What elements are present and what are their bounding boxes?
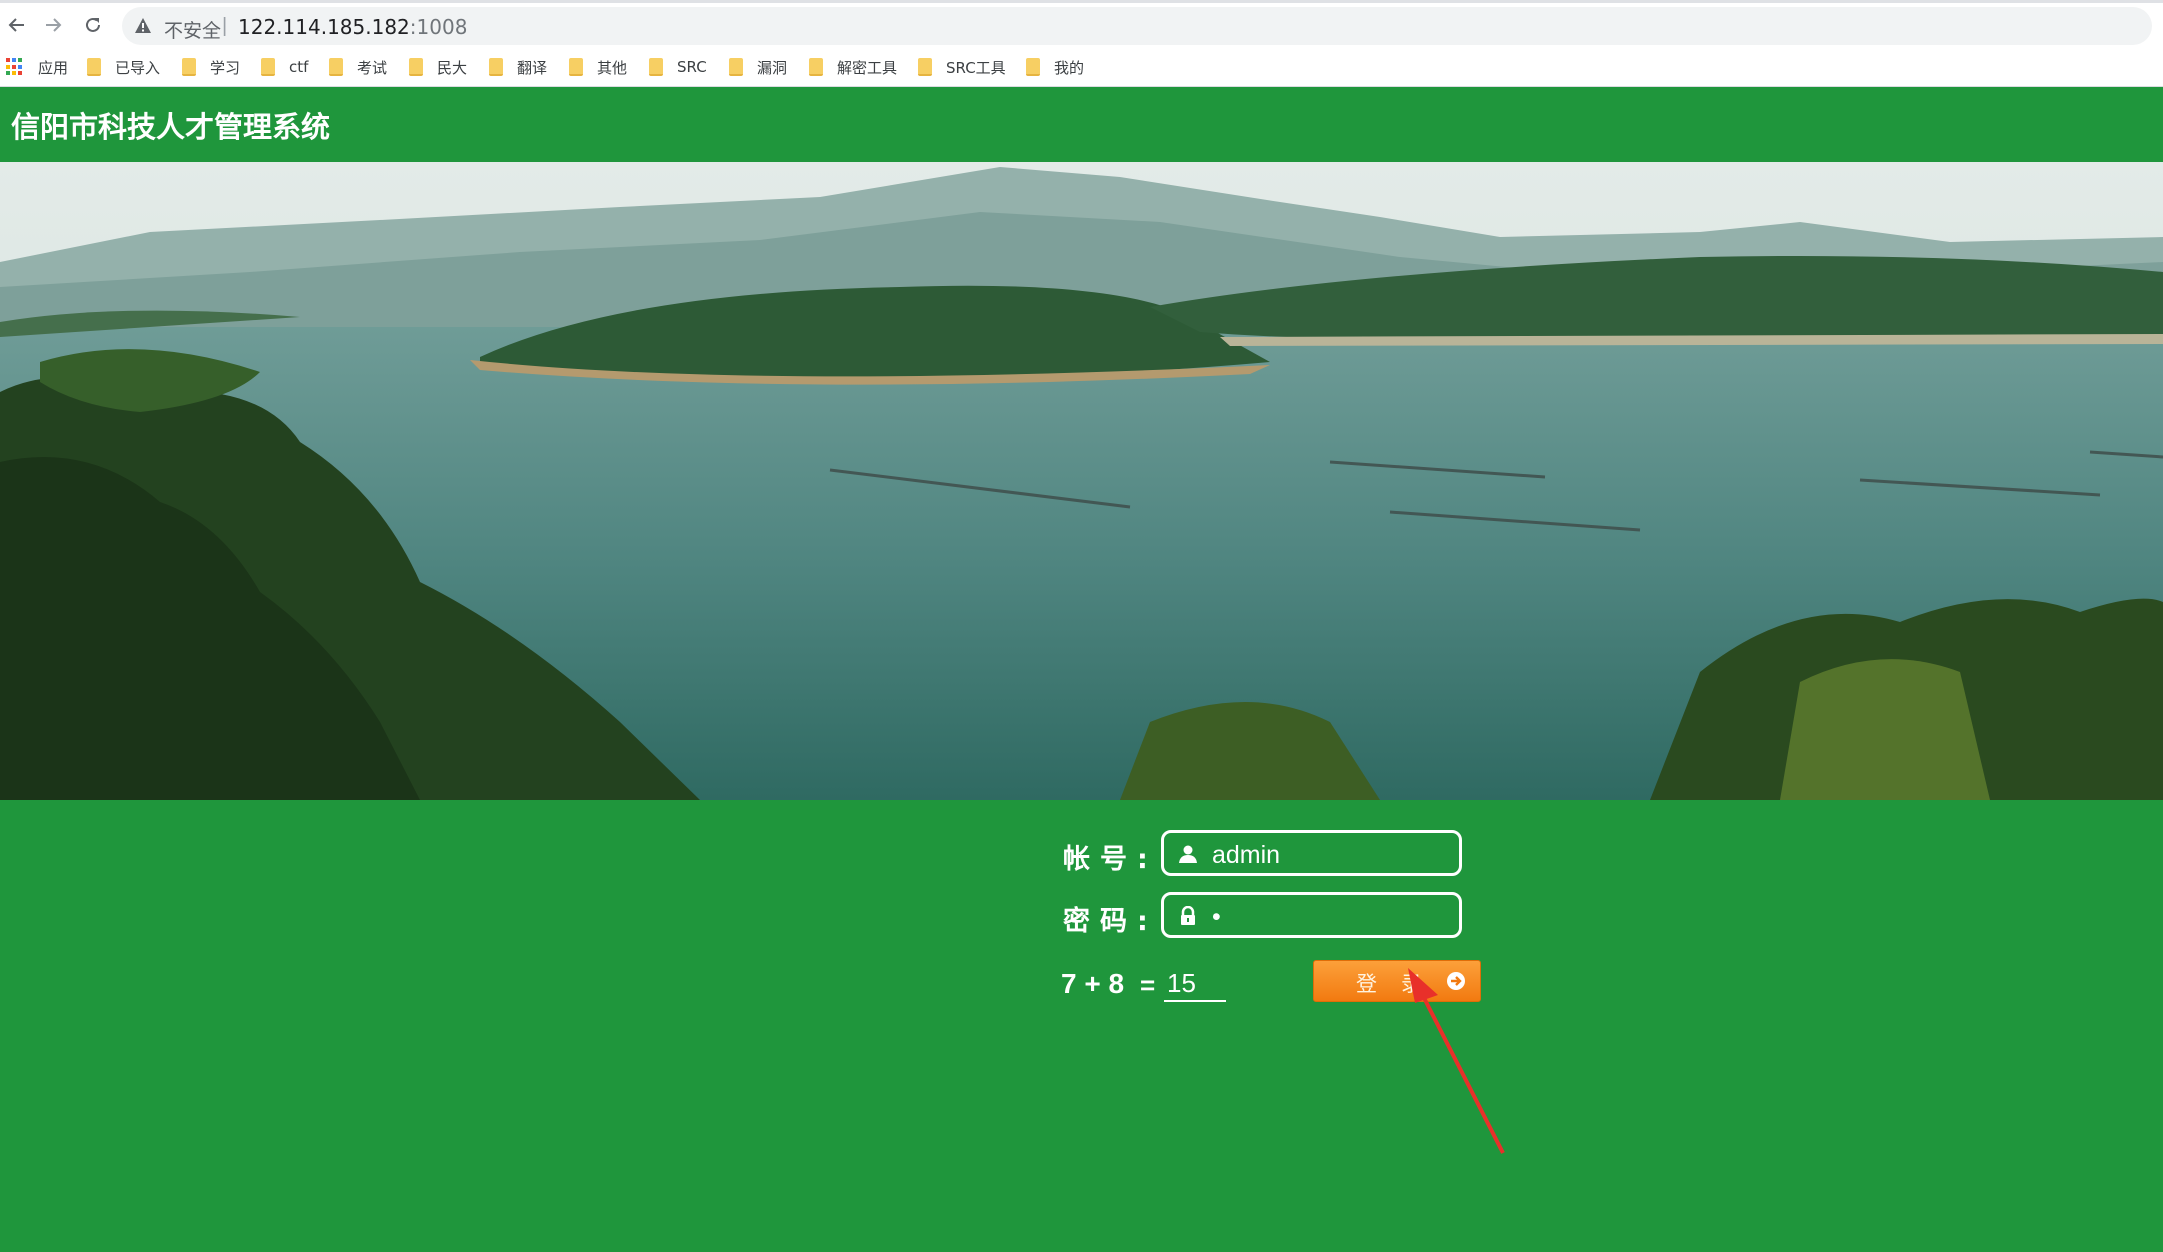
bookmark-label: ctf (289, 58, 309, 76)
bookmark-folder[interactable]: 解密工具 (809, 55, 897, 79)
browser-toolbar: 不安全 | 122.114.185.182:1008 (0, 0, 2163, 47)
apps-grid-icon (6, 58, 24, 76)
captcha-equals: = (1140, 970, 1156, 1000)
separator: | (222, 15, 228, 37)
folder-icon (329, 58, 343, 76)
bookmark-label: 考试 (357, 58, 388, 77)
login-button-label: 登录 (1356, 972, 1446, 996)
bookmark-label: 民大 (437, 58, 468, 77)
folder-icon (649, 58, 663, 76)
url-host: 122.114.185.182 (238, 15, 410, 39)
bookmark-folder[interactable]: 民大 (409, 55, 467, 79)
folder-icon (918, 58, 932, 76)
login-panel: 帐号: admin 密码: • 7 + 8 = 15 登录 (0, 800, 2163, 1252)
login-button[interactable]: 登录 (1313, 960, 1481, 1002)
bookmark-folder[interactable]: 已导入 (87, 55, 160, 79)
bookmark-label: 我的 (1054, 58, 1085, 77)
warning-icon (134, 17, 152, 39)
bookmark-label: 翻译 (517, 58, 548, 77)
folder-icon (1026, 58, 1040, 76)
bookmark-folder[interactable]: 考试 (329, 55, 387, 79)
password-value: • (1212, 903, 1221, 931)
folder-icon (729, 58, 743, 76)
address-bar[interactable]: 不安全 | 122.114.185.182:1008 (122, 7, 2152, 45)
bookmark-folder[interactable]: ctf (261, 55, 308, 79)
folder-icon (569, 58, 583, 76)
account-label: 帐号: (1063, 844, 1158, 875)
bookmark-label: 漏洞 (757, 58, 788, 77)
bookmark-folder[interactable]: 其他 (569, 55, 627, 79)
bookmark-folder[interactable]: 漏洞 (729, 55, 787, 79)
folder-icon (87, 58, 101, 76)
folder-icon (261, 58, 275, 76)
bookmark-label: 学习 (210, 58, 241, 77)
banner-image (0, 162, 2163, 800)
bookmarks-bar: 应用 已导入 学习 ctf 考试 民大 翻译 其他 SRC 漏洞 解密工具 SR… (0, 47, 2163, 87)
password-input[interactable]: • (1161, 892, 1462, 938)
url-port: :1008 (409, 15, 468, 39)
folder-icon (489, 58, 503, 76)
bookmark-folder[interactable]: SRC工具 (918, 55, 1006, 79)
bookmark-folder[interactable]: SRC (649, 55, 707, 79)
account-input[interactable]: admin (1161, 830, 1462, 876)
account-value: admin (1212, 841, 1281, 869)
password-label: 密码: (1063, 906, 1158, 937)
captcha-input[interactable]: 15 (1164, 966, 1226, 1002)
bookmark-folder[interactable]: 学习 (182, 55, 240, 79)
url-text[interactable]: 122.114.185.182:1008 (238, 15, 467, 39)
bookmark-label: 应用 (38, 58, 69, 77)
folder-icon (182, 58, 196, 76)
user-icon (1178, 844, 1198, 869)
security-status[interactable]: 不安全 (164, 16, 221, 43)
site-title: 信阳市科技人才管理系统 (11, 110, 331, 144)
folder-icon (409, 58, 423, 76)
bookmark-label: SRC (677, 58, 707, 76)
arrow-right-circle-icon (1446, 971, 1466, 996)
arrow-left-icon[interactable] (2, 10, 32, 40)
captcha-question: 7 + 8 (1061, 968, 1125, 999)
bookmark-folder[interactable]: 我的 (1026, 55, 1084, 79)
arrow-right-icon[interactable] (38, 10, 68, 40)
bookmark-label: 解密工具 (837, 58, 898, 77)
reload-icon[interactable] (78, 10, 108, 40)
bookmark-label: 已导入 (115, 58, 161, 77)
bookmark-apps[interactable]: 应用 (6, 55, 68, 79)
site-header: 信阳市科技人才管理系统 (0, 88, 2163, 162)
bookmark-folder[interactable]: 翻译 (489, 55, 547, 79)
bookmark-label: 其他 (597, 58, 628, 77)
folder-icon (809, 58, 823, 76)
bookmark-label: SRC工具 (946, 58, 1006, 77)
lock-icon (1178, 905, 1198, 931)
